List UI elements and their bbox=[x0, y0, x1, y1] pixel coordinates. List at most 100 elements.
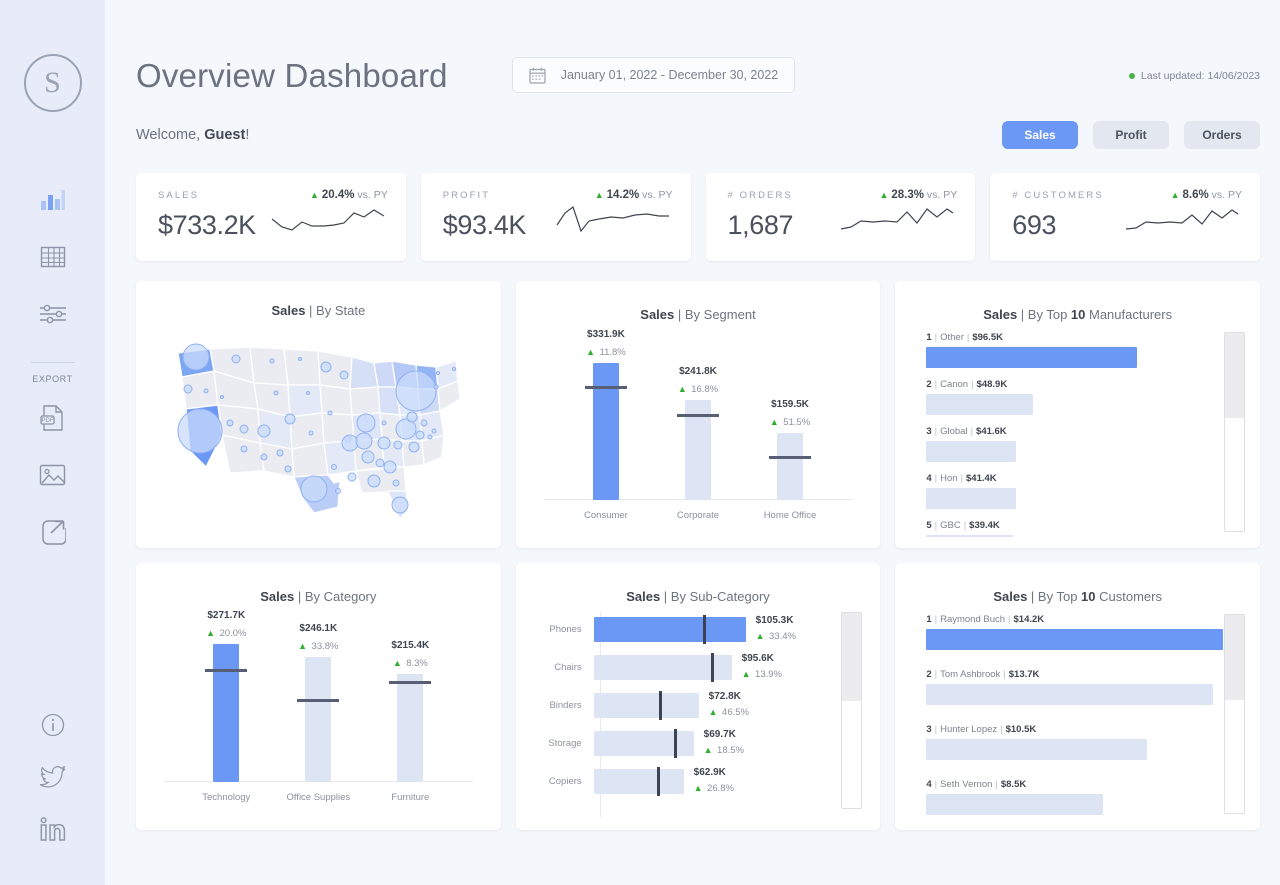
card-sales-by-manufacturer[interactable]: Sales | By Top 10 Manufacturers 1 | Other |… bbox=[895, 281, 1260, 548]
metric-toggle-orders[interactable]: Orders bbox=[1184, 121, 1260, 149]
rank-row[interactable]: 3 | Global | $41.6K bbox=[895, 426, 1260, 462]
bar-row[interactable]: Chairs $95.6K ▲ 13.9% bbox=[516, 648, 881, 686]
bar-delta: 33.4% bbox=[769, 630, 796, 642]
column-bar bbox=[676, 400, 719, 500]
metric-toggle-profit[interactable]: Profit bbox=[1093, 121, 1169, 149]
subcategory-scrollbar[interactable] bbox=[841, 612, 863, 809]
bar-value: $105.3K bbox=[755, 614, 794, 626]
pdf-export-icon: PDF bbox=[39, 405, 63, 431]
rank-row[interactable]: 1 | Raymond Buch | $14.2K bbox=[895, 614, 1260, 650]
linkedin-button[interactable] bbox=[40, 817, 66, 847]
bar-value: $72.8K bbox=[708, 690, 741, 702]
rank-row[interactable]: 2 | Tom Ashbrook | $13.7K bbox=[895, 669, 1260, 705]
app-logo[interactable]: S bbox=[23, 54, 82, 112]
rank-separator: | bbox=[960, 473, 963, 484]
column-home-office[interactable]: $159.5K ▲ 51.5% Home Office bbox=[754, 399, 826, 521]
sidebar-item-filters[interactable] bbox=[33, 294, 73, 334]
bar-fill bbox=[593, 690, 699, 720]
bar-track bbox=[593, 652, 732, 682]
segment-column-chart[interactable]: $331.9K ▲ 11.8% Consumer $241.8K ▲ 16.8%… bbox=[534, 324, 863, 524]
column-value: $331.9K bbox=[587, 329, 625, 340]
rank-bar bbox=[926, 794, 1104, 815]
scrollbar-thumb[interactable] bbox=[1224, 333, 1244, 419]
svg-text:PDF: PDF bbox=[41, 418, 53, 424]
kpi-card-sales[interactable]: SALES ▲ 20.4% vs. PY $733.2K bbox=[136, 173, 406, 261]
bar-value: $95.6K bbox=[741, 652, 774, 664]
column-delta: 16.8% bbox=[691, 384, 719, 395]
rank-row[interactable]: 4 | Hon | $41.4K bbox=[895, 473, 1260, 509]
card-sales-by-subcategory[interactable]: Sales | By Sub-Category Phones $105.3K ▲ bbox=[515, 563, 881, 830]
scrollbar-thumb[interactable] bbox=[842, 613, 862, 701]
column-technology[interactable]: $271.7K ▲ 20.0% Technology bbox=[190, 610, 262, 803]
kpi-card-customers[interactable]: # CUSTOMERS ▲ 8.6% vs. PY 693 bbox=[990, 173, 1260, 261]
column-value-group: $246.1K ▲ 33.8% bbox=[298, 618, 338, 654]
bar-row[interactable]: Storage $69.7K ▲ 18.5% bbox=[516, 724, 881, 762]
manufacturer-rank-list[interactable]: 1 | Other | $96.5K 2 | Canon | $48.9K 3 | Global | $… bbox=[895, 322, 1260, 537]
rank-row[interactable]: 2 | Canon | $48.9K bbox=[895, 379, 1260, 415]
date-range-picker[interactable]: January 01, 2022 - December 30, 2022 bbox=[511, 57, 796, 93]
sidebar-item-charts[interactable] bbox=[33, 180, 73, 220]
dashboard-app: S EXPORT PDF Overview Dashboard January … bbox=[0, 0, 1280, 885]
reference-line bbox=[676, 414, 719, 417]
column-corporate[interactable]: $241.8K ▲ 16.8% Corporate bbox=[662, 366, 734, 521]
column-label: Office Supplies bbox=[286, 792, 351, 803]
card-title-rest: | By Sub-Category bbox=[660, 589, 770, 604]
twitter-icon bbox=[37, 765, 65, 788]
kpi-delta-suffix: vs. PY bbox=[926, 189, 958, 201]
metric-toggle-sales[interactable]: Sales bbox=[1002, 121, 1078, 149]
rank-separator: | bbox=[1000, 724, 1003, 735]
card-title: Sales | By State bbox=[136, 281, 501, 318]
rank-row[interactable]: 1 | Other | $96.5K bbox=[895, 332, 1260, 368]
card-sales-by-segment[interactable]: Sales | By Segment $331.9K ▲ 11.8% Consu… bbox=[515, 281, 881, 548]
column-bar bbox=[205, 644, 248, 782]
kpi-delta-value: 20.4% bbox=[321, 189, 355, 201]
kpi-card-profit[interactable]: PROFIT ▲ 14.2% vs. PY $93.4K bbox=[420, 173, 691, 261]
bar-row[interactable]: Binders $72.8K ▲ 46.5% bbox=[516, 686, 881, 724]
bar-delta: 46.5% bbox=[722, 706, 749, 718]
bar-row[interactable]: Copiers $62.9K ▲ 26.8% bbox=[516, 762, 881, 800]
welcome-suffix: ! bbox=[245, 127, 250, 143]
trend-up-icon: ▲ bbox=[741, 668, 751, 679]
scrollbar-thumb[interactable] bbox=[1224, 615, 1244, 701]
export-image-button[interactable] bbox=[33, 455, 73, 495]
welcome-prefix: Welcome, bbox=[136, 127, 205, 143]
rank-row[interactable]: 5 | GBC | $39.4K bbox=[895, 520, 1260, 537]
bar-row[interactable]: Phones $105.3K ▲ 33.4% bbox=[516, 610, 881, 648]
us-map-chart[interactable] bbox=[136, 318, 501, 533]
column-office-supplies[interactable]: $246.1K ▲ 33.8% Office Supplies bbox=[282, 623, 354, 803]
card-sales-by-state[interactable]: Sales | By State bbox=[136, 281, 501, 548]
export-pdf-button[interactable]: PDF bbox=[33, 398, 73, 438]
status-dot-icon bbox=[1128, 73, 1135, 79]
subcategory-bar-chart[interactable]: Phones $105.3K ▲ 33.4% Chairs $95.6K ▲ 1… bbox=[516, 604, 881, 817]
customer-rank-list[interactable]: 1 | Raymond Buch | $14.2K 2 | Tom Ashbrook | $13… bbox=[895, 604, 1260, 819]
trend-up-icon: ▲ bbox=[594, 190, 604, 200]
card-title-rest: | By State bbox=[305, 303, 366, 318]
bar-label: Storage bbox=[548, 737, 582, 749]
column-consumer[interactable]: $331.9K ▲ 11.8% Consumer bbox=[570, 329, 642, 521]
category-column-chart[interactable]: $271.7K ▲ 20.0% Technology $246.1K ▲ 33.… bbox=[154, 606, 483, 806]
card-title-rest: | By Category bbox=[294, 589, 377, 604]
customer-scrollbar[interactable] bbox=[1223, 614, 1245, 814]
column-bar bbox=[584, 363, 627, 500]
card-sales-by-category[interactable]: Sales | By Category $271.7K ▲ 20.0% Tech… bbox=[136, 563, 501, 830]
rank-number: 1 bbox=[926, 614, 932, 625]
manufacturer-scrollbar[interactable] bbox=[1223, 332, 1245, 532]
rank-separator: | bbox=[934, 426, 938, 437]
info-button[interactable] bbox=[41, 713, 65, 742]
card-sales-by-customer[interactable]: Sales | By Top 10 Customers 1 | Raymond Bu… bbox=[895, 563, 1260, 830]
image-export-icon bbox=[39, 464, 66, 486]
rank-row[interactable]: 4 | Seth Vernon | $8.5K bbox=[895, 779, 1260, 815]
rank-label: 5 | GBC | $39.4K bbox=[926, 520, 1260, 531]
kpi-card-orders[interactable]: # ORDERS ▲ 28.3% vs. PY 1,687 bbox=[705, 173, 976, 261]
share-link-button[interactable] bbox=[33, 512, 73, 552]
rank-row[interactable]: 3 | Hunter Lopez | $10.5K bbox=[895, 724, 1260, 760]
reference-line bbox=[205, 669, 248, 672]
bar-value-group: $62.9K ▲ 26.8% bbox=[694, 767, 734, 796]
rank-separator: | bbox=[934, 332, 938, 343]
column-furniture[interactable]: $215.4K ▲ 8.3% Furniture bbox=[374, 640, 446, 803]
sidebar-item-table[interactable] bbox=[33, 237, 73, 277]
rank-name: Global bbox=[940, 426, 968, 437]
rank-label: 3 | Hunter Lopez | $10.5K bbox=[926, 724, 1260, 735]
trend-up-icon: ▲ bbox=[708, 706, 718, 717]
twitter-button[interactable] bbox=[37, 765, 66, 793]
